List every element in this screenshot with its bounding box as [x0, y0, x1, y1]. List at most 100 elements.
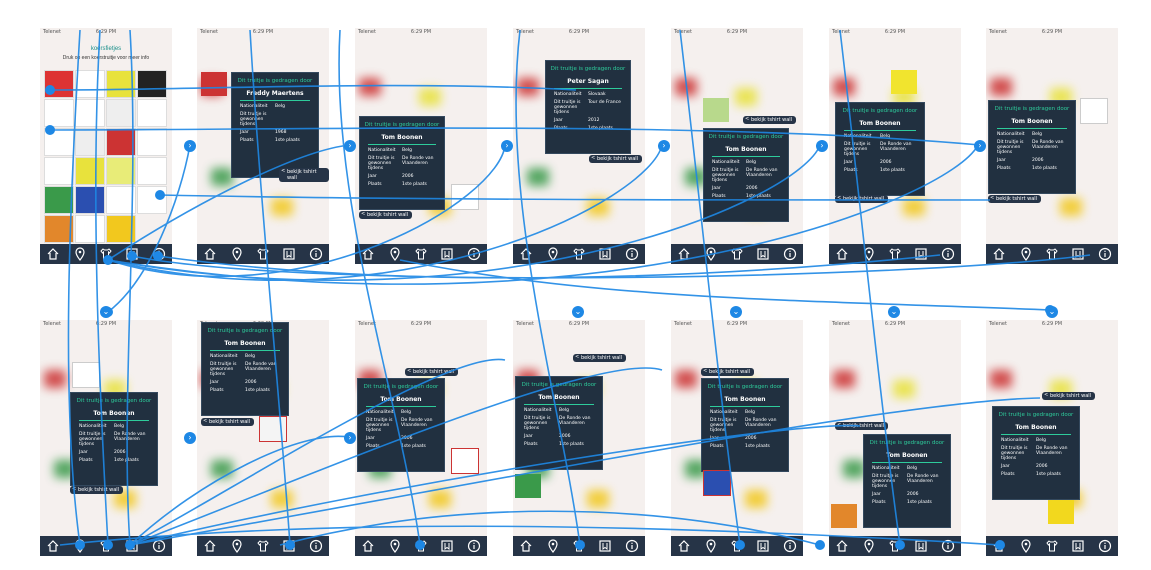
jersey-cell[interactable] — [137, 128, 167, 156]
next-arrow-icon[interactable]: › — [658, 140, 670, 152]
bookmark-icon[interactable] — [1071, 247, 1085, 261]
info-icon[interactable] — [467, 539, 481, 553]
shirt-icon[interactable] — [888, 247, 902, 261]
wall-button[interactable]: bekijk tshirt wall — [359, 211, 413, 219]
wall-button[interactable]: bekijk tshirt wall — [573, 354, 627, 362]
bookmark-icon[interactable] — [756, 539, 770, 553]
jersey-cell[interactable] — [137, 99, 167, 127]
wall-button[interactable]: bekijk tshirt wall — [701, 368, 755, 376]
jersey-cell[interactable] — [44, 99, 74, 127]
info-icon[interactable] — [309, 539, 323, 553]
jersey-cell[interactable] — [44, 128, 74, 156]
down-arrow-icon[interactable]: ⌄ — [100, 306, 112, 318]
info-icon[interactable] — [783, 247, 797, 261]
home-icon[interactable] — [519, 247, 533, 261]
wall-button[interactable]: bekijk tshirt wall — [70, 486, 124, 494]
info-icon[interactable] — [783, 539, 797, 553]
shirt-icon[interactable] — [256, 247, 270, 261]
jersey-cell[interactable] — [106, 215, 136, 243]
jersey-cell[interactable] — [137, 186, 167, 214]
jersey-cell[interactable] — [106, 157, 136, 185]
bookmark-icon[interactable] — [1071, 539, 1085, 553]
map-pin-icon[interactable] — [73, 539, 87, 553]
bookmark-icon[interactable] — [125, 539, 139, 553]
jersey-cell[interactable] — [44, 70, 74, 98]
map-pin-icon[interactable] — [704, 539, 718, 553]
info-icon[interactable] — [152, 247, 166, 261]
info-icon[interactable] — [941, 539, 955, 553]
wall-button[interactable]: bekijk tshirt wall — [835, 422, 889, 430]
next-arrow-icon[interactable]: › — [816, 140, 828, 152]
wall-button[interactable]: bekijk tshirt wall — [405, 368, 459, 376]
map-pin-icon[interactable] — [704, 247, 718, 261]
bookmark-icon[interactable] — [756, 247, 770, 261]
home-icon[interactable] — [361, 247, 375, 261]
home-icon[interactable] — [992, 247, 1006, 261]
map-pin-icon[interactable] — [230, 539, 244, 553]
next-arrow-icon[interactable]: › — [344, 432, 356, 444]
next-arrow-icon[interactable]: › — [184, 140, 196, 152]
map-pin-icon[interactable] — [862, 247, 876, 261]
shirt-icon[interactable] — [99, 247, 113, 261]
shirt-icon[interactable] — [1045, 539, 1059, 553]
map-pin-icon[interactable] — [73, 247, 87, 261]
next-arrow-icon[interactable]: › — [501, 140, 513, 152]
wall-button[interactable]: bekijk tshirt wall — [988, 195, 1042, 203]
shirt-icon[interactable] — [572, 247, 586, 261]
home-icon[interactable] — [677, 247, 691, 261]
jersey-cell[interactable] — [106, 99, 136, 127]
next-arrow-icon[interactable]: › — [344, 140, 356, 152]
shirt-icon[interactable] — [414, 539, 428, 553]
map-pin-icon[interactable] — [546, 539, 560, 553]
jersey-cell[interactable] — [75, 128, 105, 156]
info-icon[interactable] — [625, 247, 639, 261]
jersey-cell[interactable] — [75, 186, 105, 214]
bookmark-icon[interactable] — [440, 539, 454, 553]
home-icon[interactable] — [46, 539, 60, 553]
info-icon[interactable] — [152, 539, 166, 553]
home-icon[interactable] — [203, 247, 217, 261]
info-icon[interactable] — [625, 539, 639, 553]
shirt-icon[interactable] — [99, 539, 113, 553]
info-icon[interactable] — [941, 247, 955, 261]
down-arrow-icon[interactable]: ⌄ — [1046, 306, 1058, 318]
home-icon[interactable] — [519, 539, 533, 553]
next-arrow-icon[interactable]: › — [974, 140, 986, 152]
map-pin-icon[interactable] — [546, 247, 560, 261]
shirt-icon[interactable] — [730, 247, 744, 261]
shirt-icon[interactable] — [888, 539, 902, 553]
map-pin-icon[interactable] — [388, 539, 402, 553]
bookmark-icon[interactable] — [282, 539, 296, 553]
info-icon[interactable] — [309, 247, 323, 261]
jersey-cell[interactable] — [44, 215, 74, 243]
bookmark-icon[interactable] — [598, 539, 612, 553]
jersey-cell[interactable] — [44, 186, 74, 214]
jersey-cell[interactable] — [75, 157, 105, 185]
jersey-cell[interactable] — [106, 128, 136, 156]
down-arrow-icon[interactable]: ⌄ — [888, 306, 900, 318]
home-icon[interactable] — [835, 247, 849, 261]
jersey-cell[interactable] — [75, 215, 105, 243]
map-pin-icon[interactable] — [1019, 539, 1033, 553]
wall-button[interactable]: bekijk tshirt wall — [201, 418, 255, 426]
bookmark-icon[interactable] — [914, 539, 928, 553]
map-pin-icon[interactable] — [1019, 247, 1033, 261]
wall-button[interactable]: bekijk tshirt wall — [743, 116, 797, 124]
shirt-icon[interactable] — [1045, 247, 1059, 261]
info-icon[interactable] — [467, 247, 481, 261]
down-arrow-icon[interactable]: ⌄ — [572, 306, 584, 318]
wall-button[interactable]: bekijk tshirt wall — [589, 155, 643, 163]
info-icon[interactable] — [1098, 247, 1112, 261]
bookmark-icon[interactable] — [125, 247, 139, 261]
down-arrow-icon[interactable]: ⌄ — [730, 306, 742, 318]
jersey-cell[interactable] — [137, 70, 167, 98]
home-icon[interactable] — [46, 247, 60, 261]
home-icon[interactable] — [992, 539, 1006, 553]
info-icon[interactable] — [1098, 539, 1112, 553]
home-icon[interactable] — [203, 539, 217, 553]
home-icon[interactable] — [835, 539, 849, 553]
map-pin-icon[interactable] — [388, 247, 402, 261]
bookmark-icon[interactable] — [440, 247, 454, 261]
jersey-cell[interactable] — [75, 99, 105, 127]
shirt-icon[interactable] — [730, 539, 744, 553]
